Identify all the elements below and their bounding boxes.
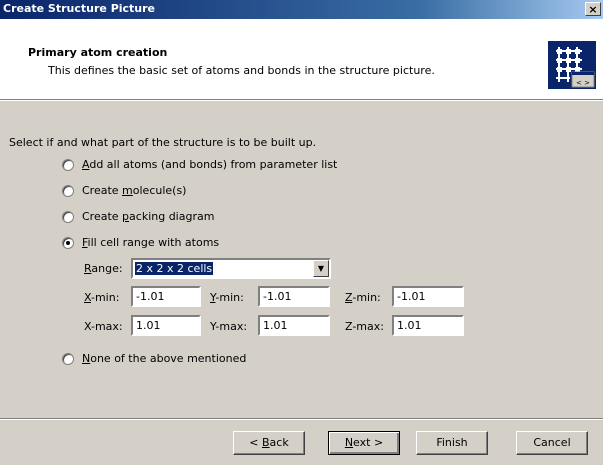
z-min-field[interactable]: -1.01 <box>392 286 464 307</box>
range-label: Range: <box>84 262 123 275</box>
radio-create-molecules[interactable] <box>62 185 74 197</box>
radio-add-all-atoms[interactable] <box>62 159 74 171</box>
instruction-text: Select if and what part of the structure… <box>9 136 317 149</box>
wizard-body: Select if and what part of the structure… <box>0 101 603 465</box>
z-max-field[interactable]: 1.01 <box>392 315 464 336</box>
z-min-label: Z-min: <box>345 291 381 304</box>
wizard-header: Primary atom creation This defines the b… <box>0 19 603 99</box>
close-button[interactable]: × <box>585 2 601 16</box>
x-max-field[interactable]: 1.01 <box>131 315 201 336</box>
option-label: Fill cell range with atoms <box>82 236 220 249</box>
radio-none[interactable] <box>62 353 74 365</box>
option-label: Create molecule(s) <box>82 184 187 197</box>
page-description: This defines the basic set of atoms and … <box>48 64 435 77</box>
option-label: Create packing diagram <box>82 210 215 223</box>
title-bar: Create Structure Picture × <box>0 0 603 19</box>
z-max-label: Z-max: <box>345 320 384 333</box>
option-label: Add all atoms (and bonds) from parameter… <box>82 158 338 171</box>
page-title: Primary atom creation <box>28 46 168 59</box>
x-min-field[interactable]: -1.01 <box>131 286 201 307</box>
x-max-label: X-max: <box>84 320 123 333</box>
radio-packing-diagram[interactable] <box>62 211 74 223</box>
radio-fill-cell-range[interactable] <box>62 237 74 249</box>
y-min-label: Y-min: <box>210 291 244 304</box>
cancel-button[interactable]: Cancel <box>516 431 588 455</box>
x-min-label: X-min: <box>84 291 120 304</box>
y-min-field[interactable]: -1.01 <box>258 286 330 307</box>
back-button[interactable]: < Back <box>233 431 305 455</box>
finish-button[interactable]: Finish <box>416 431 488 455</box>
y-max-label: Y-max: <box>210 320 248 333</box>
range-selected-value: 2 x 2 x 2 cells <box>135 262 214 275</box>
grid-structure-icon: < > <box>548 41 596 89</box>
range-select[interactable]: 2 x 2 x 2 cells ▼ <box>131 258 331 279</box>
svg-text:< >: < > <box>576 79 590 87</box>
option-label: None of the above mentioned <box>82 352 247 365</box>
next-button[interactable]: Next > <box>328 431 400 455</box>
chevron-down-icon[interactable]: ▼ <box>313 260 329 277</box>
window-title: Create Structure Picture <box>3 2 156 15</box>
y-max-field[interactable]: 1.01 <box>258 315 330 336</box>
